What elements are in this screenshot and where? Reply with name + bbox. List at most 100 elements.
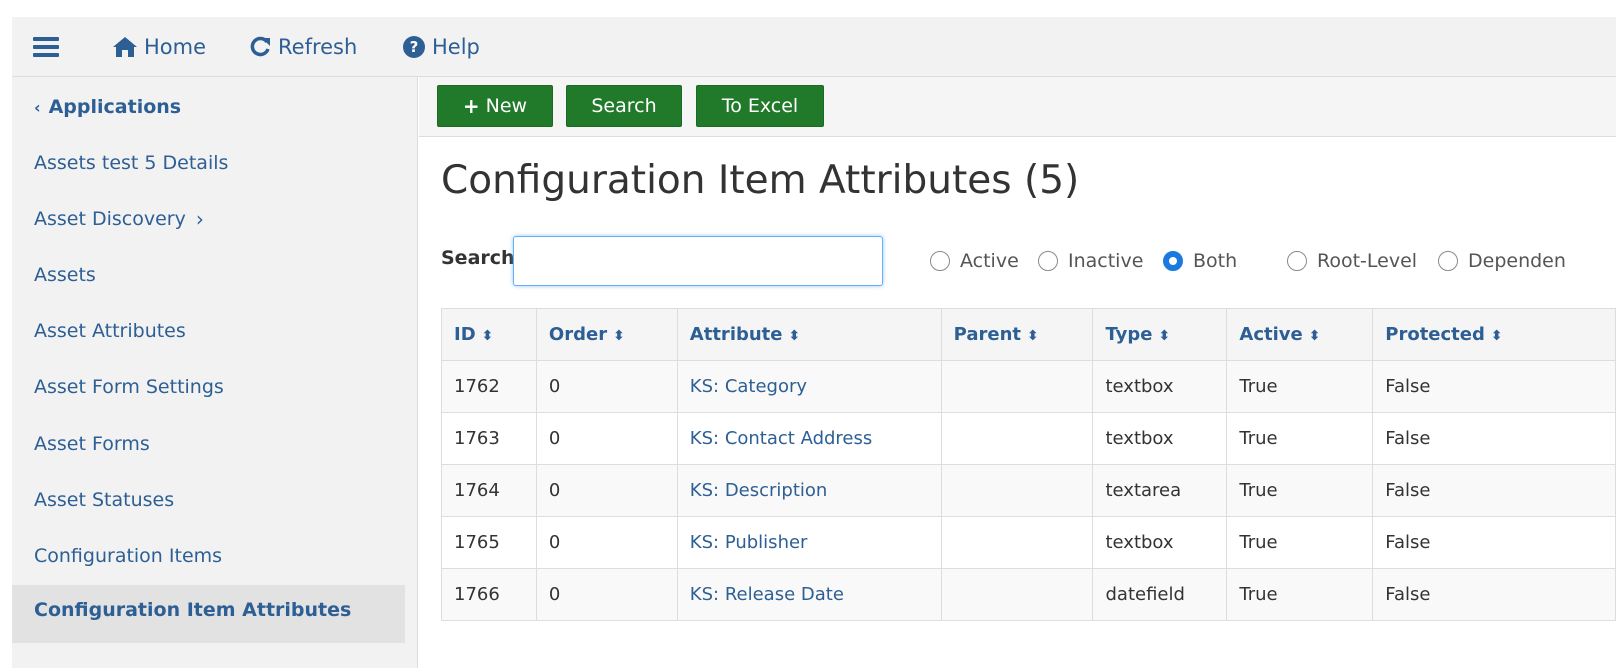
table-row[interactable]: 1765 0 KS: Publisher textbox True False — [441, 516, 1616, 569]
column-header-label: Type — [1105, 324, 1153, 345]
svg-text:?: ? — [410, 38, 419, 56]
sidebar-back-applications[interactable]: ‹ Applications — [34, 92, 181, 122]
column-header-type[interactable]: Type ⬍ — [1092, 308, 1228, 361]
radio-circle — [1438, 251, 1458, 271]
table-row[interactable]: 1764 0 KS: Description textarea True Fal… — [441, 464, 1616, 517]
column-header-label: Order — [548, 324, 608, 345]
column-header-protected[interactable]: Protected ⬍ — [1372, 308, 1616, 361]
sidebar-item-assets-test-5-details[interactable]: Assets test 5 Details — [34, 148, 228, 178]
search-input[interactable] — [513, 236, 883, 286]
refresh-label: Refresh — [278, 35, 358, 59]
radio-label: Dependen — [1468, 250, 1566, 272]
sort-icon: ⬍ — [788, 328, 801, 344]
home-icon — [113, 37, 137, 57]
radio-both[interactable]: Both — [1163, 248, 1237, 274]
cell-protected: False — [1372, 412, 1616, 465]
column-header-label: Active — [1239, 324, 1303, 345]
cell-type: textbox — [1092, 412, 1228, 465]
sidebar-item-label: Asset Form Settings — [34, 376, 224, 398]
column-header-label: ID — [454, 324, 476, 345]
column-header-id[interactable]: ID ⬍ — [441, 308, 537, 361]
sidebar-item-label: Asset Attributes — [34, 320, 186, 342]
search-button-label: Search — [591, 95, 657, 117]
table-header-row: ID ⬍ Order ⬍ Attribute ⬍ Parent ⬍ Type ⬍ Acti… — [441, 308, 1616, 361]
sidebar-item-configuration-items[interactable]: Configuration Items — [34, 541, 222, 571]
top-bar: Home Refresh ? Help — [12, 17, 1616, 77]
to-excel-button[interactable]: To Excel — [696, 85, 824, 127]
radio-label: Root-Level — [1317, 250, 1418, 272]
cell-attribute-link[interactable]: KS: Category — [676, 360, 942, 413]
menu-icon[interactable] — [33, 37, 59, 57]
cell-type: textbox — [1092, 360, 1228, 413]
cell-parent — [940, 568, 1094, 621]
page-title: Configuration Item Attributes (5) — [441, 158, 1080, 203]
column-header-order[interactable]: Order ⬍ — [535, 308, 678, 361]
cell-attribute-link[interactable]: KS: Contact Address — [676, 412, 942, 465]
to-excel-button-label: To Excel — [721, 95, 799, 117]
column-header-parent[interactable]: Parent ⬍ — [940, 308, 1094, 361]
help-link[interactable]: ? Help — [402, 33, 480, 61]
sort-icon: ⬍ — [1158, 328, 1171, 344]
sidebar-item-asset-discovery[interactable]: Asset Discovery › — [34, 204, 204, 234]
sidebar-item-asset-form-settings[interactable]: Asset Form Settings — [34, 372, 224, 402]
radio-circle — [930, 251, 950, 271]
cell-active: True — [1226, 464, 1374, 517]
cell-parent — [940, 516, 1094, 569]
cell-id: 1762 — [441, 360, 537, 413]
sidebar-item-asset-forms[interactable]: Asset Forms — [34, 429, 150, 459]
sidebar-item-label: Configuration Items — [34, 545, 223, 567]
sidebar-item-label: Asset Statuses — [34, 489, 175, 511]
cell-active: True — [1226, 360, 1374, 413]
sidebar-item-label: Assets — [34, 264, 96, 286]
table-row[interactable]: 1763 0 KS: Contact Address textbox True … — [441, 412, 1616, 465]
search-button[interactable]: Search — [566, 85, 682, 127]
sort-icon: ⬍ — [613, 328, 625, 344]
attributes-table: ID ⬍ Order ⬍ Attribute ⬍ Parent ⬍ Type ⬍ Acti… — [441, 308, 1616, 621]
cell-protected: False — [1372, 464, 1616, 517]
column-header-label: Protected — [1385, 324, 1485, 345]
cell-order: 0 — [535, 516, 678, 569]
new-button-label: New — [485, 95, 528, 117]
cell-id: 1764 — [441, 464, 537, 517]
cell-attribute-link[interactable]: KS: Release Date — [676, 568, 942, 621]
radio-inactive[interactable]: Inactive — [1038, 248, 1143, 274]
column-header-label: Attribute — [689, 324, 783, 345]
cell-parent — [940, 412, 1094, 465]
radio-active[interactable]: Active — [930, 248, 1019, 274]
radio-root-level[interactable]: Root-Level — [1287, 248, 1417, 274]
cell-type: datefield — [1092, 568, 1228, 621]
chevron-right-icon: › — [195, 207, 204, 231]
sidebar-back-label: Applications — [48, 96, 182, 118]
cell-protected: False — [1372, 568, 1616, 621]
table-row[interactable]: 1762 0 KS: Category textbox True False — [441, 360, 1616, 413]
home-label: Home — [144, 35, 207, 59]
new-button[interactable]: + New — [437, 85, 553, 127]
radio-circle-selected — [1163, 251, 1183, 271]
radio-label: Inactive — [1068, 250, 1144, 272]
sidebar-item-assets[interactable]: Assets — [34, 260, 96, 290]
sidebar-item-label: Asset Forms — [34, 433, 150, 455]
cell-attribute-link[interactable]: KS: Publisher — [676, 516, 942, 569]
cell-order: 0 — [535, 412, 678, 465]
radio-dependent[interactable]: Dependen — [1438, 248, 1566, 274]
sidebar-item-asset-attributes[interactable]: Asset Attributes — [34, 316, 186, 346]
table-row[interactable]: 1766 0 KS: Release Date datefield True F… — [441, 568, 1616, 621]
help-icon: ? — [403, 36, 425, 58]
sidebar-item-asset-statuses[interactable]: Asset Statuses — [34, 485, 174, 515]
sidebar-item-label: Asset Discovery — [34, 208, 186, 230]
search-label: Search — [441, 247, 515, 269]
column-header-active[interactable]: Active ⬍ — [1226, 308, 1374, 361]
sidebar-item-label: Configuration Item Attributes — [34, 599, 352, 621]
cell-active: True — [1226, 516, 1374, 569]
refresh-link[interactable]: Refresh — [248, 33, 357, 61]
home-link[interactable]: Home — [112, 33, 206, 61]
cell-active: True — [1226, 412, 1374, 465]
cell-type: textbox — [1092, 516, 1228, 569]
sidebar-item-configuration-item-attributes[interactable]: Configuration Item Attributes — [12, 585, 405, 643]
cell-protected: False — [1372, 360, 1616, 413]
help-label: Help — [432, 35, 480, 59]
radio-label: Both — [1193, 250, 1238, 272]
sidebar-item-label: Assets test 5 Details — [34, 152, 229, 174]
column-header-attribute[interactable]: Attribute ⬍ — [676, 308, 942, 361]
cell-attribute-link[interactable]: KS: Description — [676, 464, 942, 517]
